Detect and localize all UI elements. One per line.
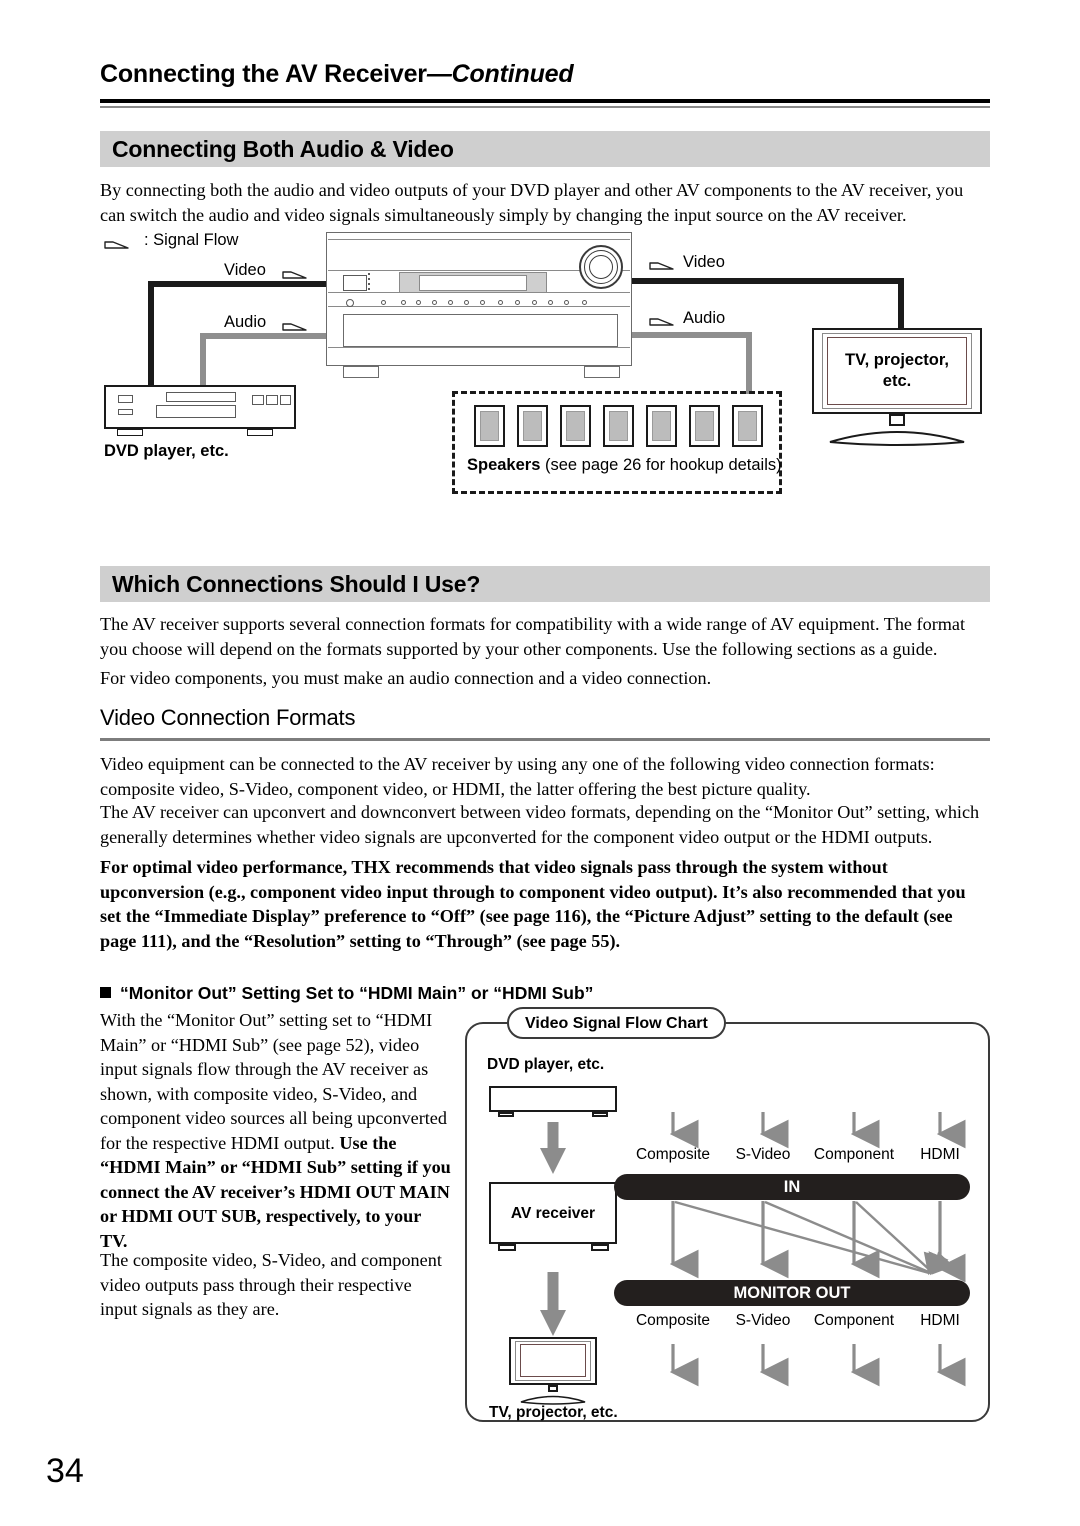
speakers-group: Speakers (see page 26 for hookup details… bbox=[452, 391, 782, 494]
speaker-icon bbox=[689, 405, 720, 447]
subheading-monitor-out: “Monitor Out” Setting Set to “HDMI Main”… bbox=[100, 983, 740, 1004]
receiver-dotted-marks bbox=[368, 273, 370, 293]
speaker-icon bbox=[560, 405, 591, 447]
subheading-video-connection-formats: Video Connection Formats bbox=[100, 705, 356, 730]
cable-audio-left-vertical bbox=[200, 333, 206, 387]
right-video-label: Video bbox=[683, 253, 725, 271]
flow-in-format-hdmi: HDMI bbox=[920, 1146, 960, 1163]
signal-flow-icon bbox=[282, 271, 307, 279]
signal-flow-icon bbox=[649, 318, 674, 326]
signal-flow-icon bbox=[282, 323, 307, 331]
speaker-icon bbox=[732, 405, 763, 447]
video-signal-flow-chart: Video Signal Flow Chart DVD player, etc.… bbox=[465, 1007, 990, 1422]
header-rule-thick bbox=[100, 99, 990, 103]
cable-audio-right-horizontal bbox=[630, 332, 752, 338]
flow-in-format-composite: Composite bbox=[635, 1146, 711, 1163]
paragraph-audio-video-intro: By connecting both the audio and video o… bbox=[100, 180, 964, 225]
speaker-icon bbox=[474, 405, 505, 447]
flow-out-format-svideo: S-Video bbox=[735, 1312, 791, 1329]
flow-av-receiver-label: AV receiver bbox=[510, 1205, 596, 1222]
paragraph-monitor-out-2: The composite video, S-Video, and compon… bbox=[100, 1250, 442, 1319]
flow-out-format-composite: Composite bbox=[635, 1312, 711, 1329]
paragraph-monitor-out-1-plain: With the “Monitor Out” setting set to “H… bbox=[100, 1010, 447, 1153]
paragraph-video-formats-2: The AV receiver can upconvert and downco… bbox=[100, 802, 980, 847]
flow-out-format-hdmi: HDMI bbox=[920, 1312, 960, 1329]
subheading-rule bbox=[100, 738, 990, 741]
speaker-icon bbox=[517, 405, 548, 447]
page-number: 34 bbox=[46, 1452, 84, 1490]
paragraph-thx-recommendation: For optimal video performance, THX recom… bbox=[100, 857, 966, 951]
speakers-caption: Speakers (see page 26 for hookup details… bbox=[467, 456, 782, 475]
cable-audio-left-horizontal bbox=[200, 333, 326, 339]
paragraph-which-connections-1: The AV receiver supports several connect… bbox=[100, 614, 966, 659]
cable-video-right-horizontal bbox=[630, 278, 904, 284]
header-rule-thin bbox=[100, 106, 990, 108]
flow-av-foot bbox=[498, 1244, 516, 1251]
paragraph-video-formats-1: Video equipment can be connected to the … bbox=[100, 754, 935, 799]
flow-tv-neck bbox=[548, 1385, 558, 1392]
page-running-head: Connecting the AV Receiver—Continued bbox=[100, 60, 990, 89]
flow-in-format-component: Component bbox=[813, 1146, 895, 1163]
cable-video-left-vertical bbox=[148, 281, 154, 387]
signal-flow-icon bbox=[649, 262, 674, 270]
flow-tv-screen bbox=[520, 1344, 586, 1377]
left-audio-label: Audio bbox=[224, 313, 267, 331]
flow-dvd-box bbox=[489, 1086, 617, 1112]
flow-out-format-component: Component bbox=[813, 1312, 895, 1329]
left-video-label: Video bbox=[224, 261, 266, 279]
cable-video-left-horizontal bbox=[148, 281, 326, 287]
hookup-diagram: : Signal Flow Video Audio Video Audio DV… bbox=[100, 228, 990, 513]
flow-dvd-foot bbox=[498, 1112, 514, 1117]
speaker-icon bbox=[646, 405, 677, 447]
running-head-continued: —Continued bbox=[426, 60, 574, 88]
dvd-player-label: DVD player, etc. bbox=[104, 442, 229, 460]
flow-bar-monitor-out: MONITOR OUT bbox=[614, 1280, 970, 1306]
right-audio-label: Audio bbox=[683, 309, 726, 327]
speakers-caption-bold: Speakers bbox=[467, 456, 541, 474]
flow-dvd-label: DVD player, etc. bbox=[487, 1056, 605, 1073]
flow-av-foot bbox=[591, 1244, 609, 1251]
manual-page: Connecting the AV Receiver—Continued Con… bbox=[0, 0, 1080, 1526]
flow-in-format-svideo: S-Video bbox=[735, 1146, 791, 1163]
tv-label-line2: etc. bbox=[882, 372, 912, 390]
section-heading-which-connections: Which Connections Should I Use? bbox=[100, 566, 990, 602]
flow-bar-in: IN bbox=[614, 1174, 970, 1200]
tv-label-line1: TV, projector, bbox=[845, 351, 949, 369]
flow-tv-label: TV, projector, etc. bbox=[489, 1404, 618, 1421]
flow-chart-title: Video Signal Flow Chart bbox=[507, 1007, 726, 1039]
speaker-icon bbox=[603, 405, 634, 447]
cable-audio-right-vertical bbox=[746, 332, 752, 394]
paragraph-monitor-out-1: With the “Monitor Out” setting set to “H… bbox=[100, 1008, 452, 1253]
paragraph-which-connections-2: For video components, you must make an a… bbox=[100, 668, 712, 688]
running-head-title: Connecting the AV Receiver bbox=[100, 60, 427, 88]
section-heading-connecting-both-audio-video: Connecting Both Audio & Video bbox=[100, 131, 990, 167]
flow-dvd-foot bbox=[592, 1112, 608, 1117]
signal-flow-icon bbox=[104, 241, 129, 249]
speakers-caption-rest: (see page 26 for hookup details) bbox=[540, 456, 782, 474]
bullet-square-icon bbox=[100, 987, 111, 998]
legend-signal-flow-label: : Signal Flow bbox=[144, 231, 239, 249]
subheading-monitor-out-text: “Monitor Out” Setting Set to “HDMI Main”… bbox=[120, 983, 594, 1003]
